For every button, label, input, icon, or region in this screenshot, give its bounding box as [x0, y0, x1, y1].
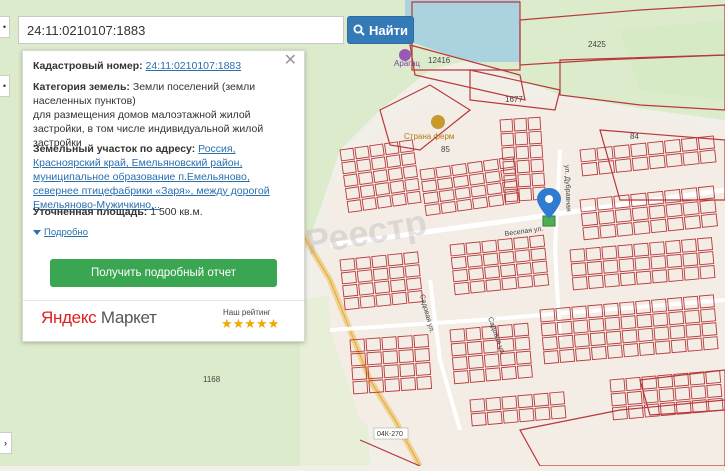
triangle-down-icon — [33, 229, 41, 235]
cadastral-label: Кадастровый номер: — [33, 60, 143, 72]
search-button-label: Найти — [369, 22, 408, 38]
road-label: 04К-270 — [377, 431, 403, 438]
logo-part-1: Яндекс — [41, 308, 97, 327]
category-row: Категория земель: Земли поселений (земли… — [33, 80, 295, 108]
search-input[interactable] — [19, 17, 343, 43]
farm-icon — [431, 115, 445, 129]
get-report-button[interactable]: Получить подробный отчет — [50, 259, 277, 287]
details-toggle[interactable]: Подробно — [33, 225, 295, 240]
map-label: 12416 — [428, 56, 451, 65]
map-label: 84 — [630, 132, 639, 141]
map-label: 2425 — [588, 40, 606, 49]
area-value: 1 500 кв.м. — [150, 206, 203, 218]
yandex-market-logo: Яндекс Маркет — [41, 308, 157, 327]
poi-label: Арагац — [394, 59, 420, 68]
map-label: 1168 — [203, 375, 221, 384]
rating-stars-icon: ★★★★★ — [221, 316, 280, 331]
area-label: Уточненная площадь: — [33, 206, 148, 218]
details-link[interactable]: Подробно — [44, 227, 88, 238]
search-field[interactable] — [18, 16, 344, 44]
parcel-info-card: ✕ Кадастровый номер: 24:11:0210107:1883 … — [22, 50, 305, 342]
map-label: 1677 — [505, 95, 523, 104]
map-control-button[interactable]: • — [0, 75, 10, 97]
yandex-market-banner[interactable]: Яндекс Маркет Наш рейтинг ★★★★★ — [23, 300, 304, 341]
logo-part-2: Маркет — [100, 308, 157, 327]
settlement-area — [325, 95, 725, 466]
expand-map-button[interactable]: › — [0, 432, 12, 454]
search-button[interactable]: Найти — [347, 16, 414, 44]
address-label: Земельный участок по адресу: — [33, 143, 196, 155]
cadastral-row: Кадастровый номер: 24:11:0210107:1883 — [33, 59, 295, 73]
search-icon — [353, 24, 365, 36]
map-label: 85 — [441, 145, 450, 154]
address-row: Земельный участок по адресу: Россия, Кра… — [33, 142, 295, 212]
cadastral-link[interactable]: 24:11:0210107:1883 — [146, 60, 242, 72]
poi-label: Страна ферм — [404, 132, 454, 141]
street-label: ул. Дубравная — [563, 165, 573, 212]
map-control-button[interactable]: • — [0, 16, 10, 38]
parcel[interactable] — [339, 147, 355, 162]
area-row: Уточненная площадь: 1 500 кв.м. — [33, 205, 295, 219]
category-label: Категория земель: — [33, 81, 130, 93]
